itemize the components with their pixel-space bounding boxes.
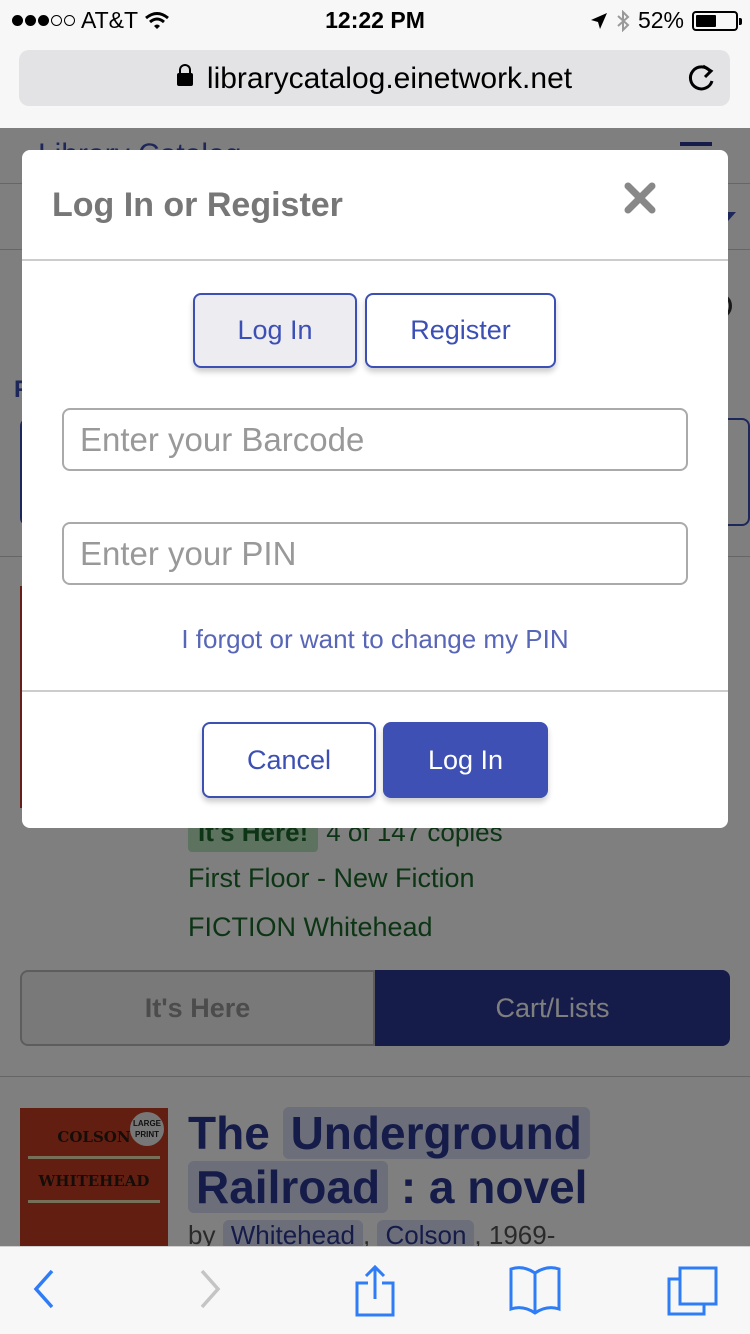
pin-input[interactable]: [62, 522, 688, 585]
login-modal: Log In or Register Log In Register I for…: [22, 150, 728, 828]
forgot-pin-link[interactable]: I forgot or want to change my PIN: [22, 624, 728, 655]
address-bar[interactable]: librarycatalog.einetwork.net: [19, 50, 730, 106]
bluetooth-icon: [617, 9, 630, 32]
status-bar: AT&T 12:22 PM 52%: [0, 0, 750, 40]
battery-percent: 52%: [637, 7, 684, 33]
cancel-button[interactable]: Cancel: [202, 722, 376, 798]
close-icon[interactable]: [622, 180, 658, 216]
barcode-input[interactable]: [62, 408, 688, 471]
tabs-icon[interactable]: [666, 1265, 720, 1317]
log-in-button[interactable]: Log In: [383, 722, 548, 798]
browser-address-area: librarycatalog.einetwork.net: [0, 40, 750, 128]
forward-icon[interactable]: [196, 1265, 224, 1313]
modal-header: Log In or Register: [22, 150, 728, 261]
lock-icon: [176, 64, 193, 86]
tab-register[interactable]: Register: [365, 293, 556, 368]
reload-icon[interactable]: [686, 62, 716, 94]
battery-icon: [692, 10, 742, 31]
tab-log-in[interactable]: Log In: [193, 293, 357, 368]
back-icon[interactable]: [30, 1265, 58, 1313]
bookmarks-icon[interactable]: [508, 1265, 562, 1315]
location-arrow-icon: [590, 12, 607, 29]
share-icon[interactable]: [354, 1265, 396, 1317]
url-text: librarycatalog.einetwork.net: [206, 62, 573, 95]
browser-toolbar: [0, 1246, 750, 1334]
divider: [22, 690, 728, 692]
modal-title: Log In or Register: [52, 186, 343, 224]
